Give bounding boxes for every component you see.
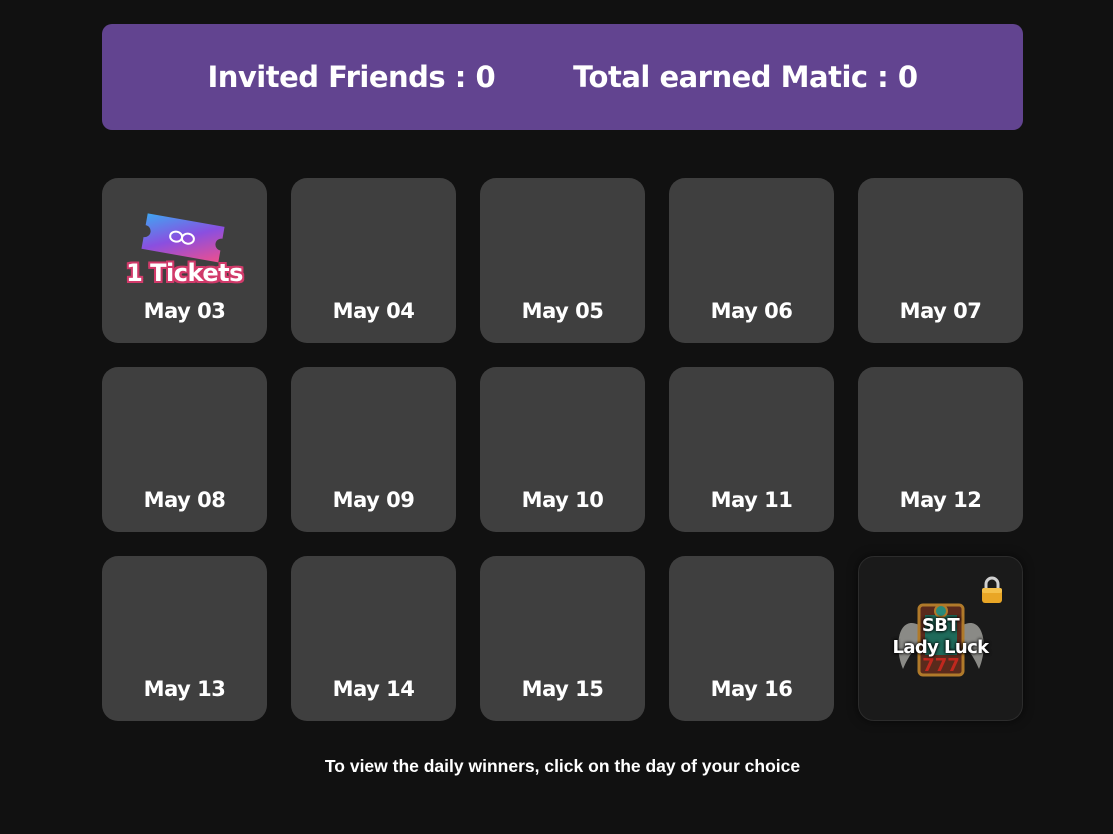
- total-earned-matic: Total earned Matic : 0: [573, 59, 918, 94]
- special-reward-tile[interactable]: 777 SBT Lady Luck: [858, 556, 1023, 721]
- ticket-reward: 1 Tickets: [102, 208, 267, 288]
- invited-friends-count: Invited Friends : 0: [207, 59, 496, 94]
- day-tile-may-15[interactable]: May 15: [480, 556, 645, 721]
- day-tile-may-09[interactable]: May 09: [291, 367, 456, 532]
- day-label: May 05: [521, 299, 604, 323]
- day-tile-may-16[interactable]: May 16: [669, 556, 834, 721]
- day-label: May 15: [521, 677, 604, 701]
- day-tile-may-05[interactable]: May 05: [480, 178, 645, 343]
- day-tile-may-08[interactable]: May 08: [102, 367, 267, 532]
- daily-rewards-grid: 1 Tickets May 03 May 04 May 05 May 06 Ma…: [102, 178, 1023, 721]
- day-tile-may-04[interactable]: May 04: [291, 178, 456, 343]
- day-label: May 08: [143, 488, 226, 512]
- day-label: May 14: [332, 677, 415, 701]
- day-label: May 09: [332, 488, 415, 512]
- day-label: May 07: [899, 299, 982, 323]
- day-tile-may-03[interactable]: 1 Tickets May 03: [102, 178, 267, 343]
- day-label: May 06: [710, 299, 793, 323]
- day-tile-may-10[interactable]: May 10: [480, 367, 645, 532]
- special-reward-line1: SBT: [921, 615, 960, 636]
- day-label: May 10: [521, 488, 604, 512]
- day-label: May 04: [332, 299, 415, 323]
- day-tile-may-07[interactable]: May 07: [858, 178, 1023, 343]
- stats-bar: Invited Friends : 0 Total earned Matic :…: [102, 24, 1023, 130]
- special-reward-label: SBT Lady Luck: [859, 615, 1022, 659]
- day-label: May 12: [899, 488, 982, 512]
- day-tile-may-13[interactable]: May 13: [102, 556, 267, 721]
- day-tile-may-14[interactable]: May 14: [291, 556, 456, 721]
- day-label: May 16: [710, 677, 793, 701]
- day-label: May 03: [143, 299, 226, 323]
- day-tile-may-11[interactable]: May 11: [669, 367, 834, 532]
- day-tile-may-06[interactable]: May 06: [669, 178, 834, 343]
- day-tile-may-12[interactable]: May 12: [858, 367, 1023, 532]
- day-label: May 11: [710, 488, 793, 512]
- day-label: May 13: [143, 677, 226, 701]
- ticket-reward-label: 1 Tickets: [126, 259, 243, 287]
- special-reward-line2: Lady Luck: [892, 637, 989, 658]
- daily-winners-hint: To view the daily winners, click on the …: [324, 756, 801, 776]
- lock-icon: [982, 576, 1002, 603]
